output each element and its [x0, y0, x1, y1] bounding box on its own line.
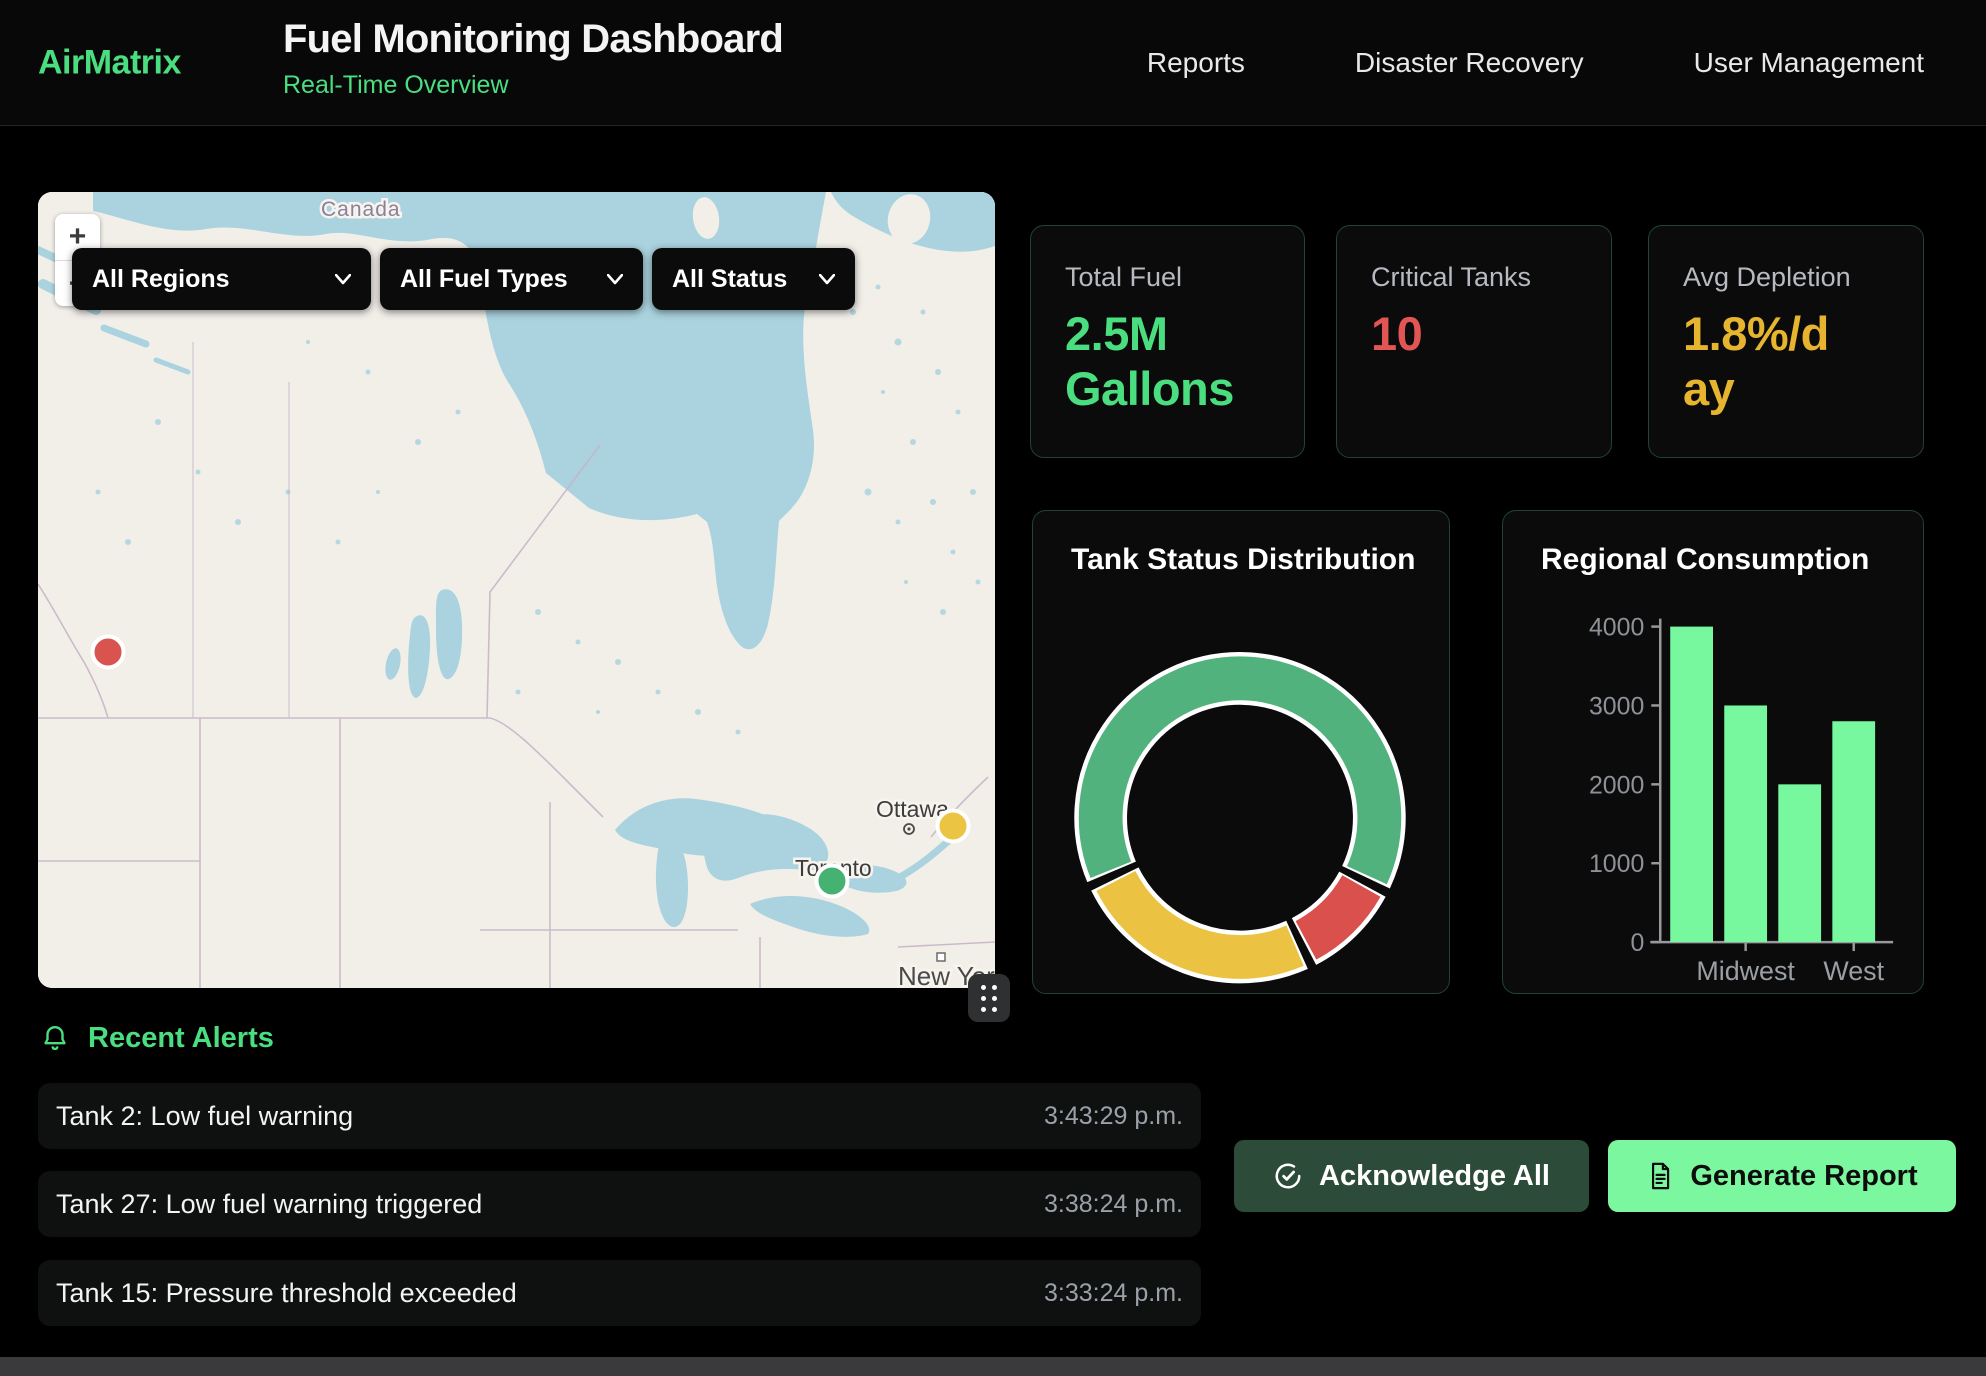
map-label-canada: Canada — [321, 198, 401, 221]
tank-status-distribution-card: Tank Status Distribution — [1032, 510, 1450, 994]
alert-row: Tank 15: Pressure threshold exceeded 3:3… — [38, 1260, 1201, 1326]
status-filter-value: All Status — [672, 265, 787, 294]
chevron-down-icon — [819, 274, 835, 285]
map-marker-critical[interactable] — [93, 637, 124, 668]
page-subtitle: Real-Time Overview — [283, 71, 783, 100]
stat-card-avg-depletion: Avg Depletion 1.8%/day — [1648, 225, 1924, 458]
region-filter-dropdown[interactable]: All Regions — [72, 248, 371, 310]
alert-row: Tank 27: Low fuel warning triggered 3:38… — [38, 1171, 1201, 1237]
alert-time: 3:33:24 p.m. — [1044, 1279, 1183, 1308]
svg-text:4000: 4000 — [1589, 614, 1644, 642]
app-header: AirMatrix Fuel Monitoring Dashboard Real… — [0, 0, 1986, 126]
alert-time: 3:38:24 p.m. — [1044, 1190, 1183, 1219]
chevron-down-icon — [335, 274, 351, 285]
alert-time: 3:43:29 p.m. — [1044, 1102, 1183, 1131]
regional-consumption-bar-chart: 0 1000 2000 3000 4000 Midwest West — [1503, 511, 1923, 993]
map-canvas: Canada Ottawa Toronto New York — [38, 192, 995, 988]
fuel-type-filter-dropdown[interactable]: All Fuel Types — [380, 248, 643, 310]
main-nav: Reports Disaster Recovery User Managemen… — [1147, 0, 1924, 125]
svg-text:West: West — [1823, 956, 1884, 986]
alert-message: Tank 2: Low fuel warning — [56, 1101, 353, 1132]
nav-item-disaster-recovery[interactable]: Disaster Recovery — [1355, 47, 1584, 79]
new-york-city-square-icon — [937, 953, 945, 961]
stat-label: Total Fuel — [1065, 262, 1270, 293]
map-marker-normal[interactable] — [817, 866, 848, 897]
check-circle-icon — [1273, 1161, 1303, 1191]
alert-message: Tank 15: Pressure threshold exceeded — [56, 1278, 517, 1309]
svg-text:Midwest: Midwest — [1696, 956, 1795, 986]
recent-alerts-header: Recent Alerts — [40, 1022, 274, 1055]
tank-status-donut-chart — [1033, 511, 1449, 993]
stat-value-critical-tanks: 10 — [1371, 307, 1577, 362]
acknowledge-all-label: Acknowledge All — [1319, 1160, 1550, 1193]
nav-item-user-management[interactable]: User Management — [1694, 47, 1924, 79]
stat-label: Critical Tanks — [1371, 262, 1577, 293]
alert-row: Tank 2: Low fuel warning 3:43:29 p.m. — [38, 1083, 1201, 1149]
generate-report-label: Generate Report — [1690, 1160, 1917, 1193]
chevron-down-icon — [607, 274, 623, 285]
svg-text:1000: 1000 — [1589, 850, 1644, 878]
bell-icon — [40, 1023, 70, 1055]
page-title: Fuel Monitoring Dashboard — [283, 17, 783, 62]
svg-text:0: 0 — [1630, 929, 1644, 957]
nav-item-reports[interactable]: Reports — [1147, 47, 1245, 79]
svg-text:3000: 3000 — [1589, 692, 1644, 720]
svg-text:2000: 2000 — [1589, 771, 1644, 799]
stat-label: Avg Depletion — [1683, 262, 1889, 293]
stat-card-total-fuel: Total Fuel 2.5M Gallons — [1030, 225, 1305, 458]
file-text-icon — [1646, 1161, 1674, 1191]
regional-consumption-card: Regional Consumption 01000200030004000Mi… — [1502, 510, 1924, 994]
brand-logo: AirMatrix — [38, 43, 181, 82]
recent-alerts-title: Recent Alerts — [88, 1022, 274, 1055]
fuel-type-filter-value: All Fuel Types — [400, 265, 568, 294]
alert-message: Tank 27: Low fuel warning triggered — [56, 1189, 482, 1220]
map-resize-handle[interactable] — [968, 974, 1010, 1022]
region-filter-value: All Regions — [92, 265, 230, 294]
drag-dots-icon — [981, 985, 997, 1012]
title-block: Fuel Monitoring Dashboard Real-Time Over… — [283, 17, 783, 100]
acknowledge-all-button[interactable]: Acknowledge All — [1234, 1140, 1589, 1212]
status-filter-dropdown[interactable]: All Status — [652, 248, 855, 310]
fuel-monitoring-dashboard: AirMatrix Fuel Monitoring Dashboard Real… — [0, 0, 1986, 1376]
stat-value-avg-depletion: 1.8%/day — [1683, 307, 1833, 417]
stat-value-total-fuel: 2.5M Gallons — [1065, 307, 1270, 417]
generate-report-button[interactable]: Generate Report — [1608, 1140, 1956, 1212]
stat-card-critical-tanks: Critical Tanks 10 — [1336, 225, 1612, 458]
tank-map[interactable]: Canada Ottawa Toronto New York + − All R… — [38, 192, 995, 988]
map-marker-warning[interactable] — [938, 811, 969, 842]
window-bottom-edge — [0, 1357, 1986, 1376]
